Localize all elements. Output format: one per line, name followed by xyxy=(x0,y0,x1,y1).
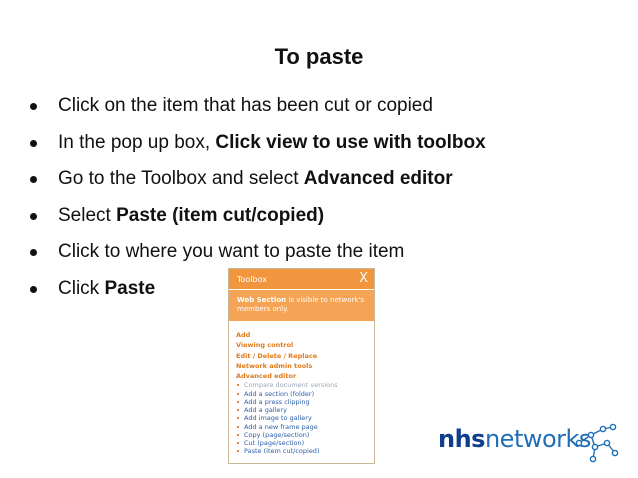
menu-item-add-section[interactable]: Add a section (folder) xyxy=(236,390,366,398)
list-item: Click to where you want to paste the ite… xyxy=(26,234,486,271)
bullet-icon xyxy=(30,176,37,184)
toolbox-header: Toolbox X xyxy=(229,269,374,289)
menu-link-add[interactable]: Add xyxy=(236,330,366,340)
square-bullet-icon xyxy=(237,384,239,387)
menu-link-advanced-editor[interactable]: Advanced editor xyxy=(236,371,366,381)
toolbox-title: Toolbox xyxy=(237,275,267,284)
bullet-icon xyxy=(30,285,37,293)
visibility-notice: Web Section is visible to network's memb… xyxy=(229,289,374,321)
bullet-icon xyxy=(30,139,37,147)
menu-item-add-image[interactable]: Add image to gallery xyxy=(236,414,366,422)
menu-item-copy[interactable]: Copy (page/section) xyxy=(236,431,366,439)
menu-link-network-admin-tools[interactable]: Network admin tools xyxy=(236,361,366,371)
list-item: Select Paste (item cut/copied) xyxy=(26,198,486,235)
menu-item-cut[interactable]: Cut (page/section) xyxy=(236,439,366,447)
toolbox-menu: Add Viewing control Edit / Delete / Repl… xyxy=(229,321,374,455)
menu-item-add-gallery[interactable]: Add a gallery xyxy=(236,406,366,414)
list-item: In the pop up box, Click view to use wit… xyxy=(26,125,486,162)
menu-item-add-press-clipping[interactable]: Add a press clipping xyxy=(236,398,366,406)
square-bullet-icon xyxy=(237,400,239,403)
square-bullet-icon xyxy=(237,433,239,436)
menu-item-compare-versions: Compare document versions xyxy=(236,381,366,389)
square-bullet-icon xyxy=(237,409,239,412)
slide-title: To paste xyxy=(274,44,364,69)
bullet-icon xyxy=(30,249,37,257)
menu-link-edit-delete-replace[interactable]: Edit / Delete / Replace xyxy=(236,351,366,361)
square-bullet-icon xyxy=(237,392,239,395)
bullet-icon xyxy=(30,103,37,110)
square-bullet-icon xyxy=(237,441,239,444)
list-item: Go to the Toolbox and select Advanced ed… xyxy=(26,161,486,198)
menu-item-paste[interactable]: Paste (item cut/copied) xyxy=(236,447,366,455)
square-bullet-icon xyxy=(237,450,239,453)
menu-link-viewing-control[interactable]: Viewing control xyxy=(236,340,366,350)
toolbox-panel: Toolbox X Web Section is visible to netw… xyxy=(228,268,375,464)
menu-item-add-frame-page[interactable]: Add a new frame page xyxy=(236,423,366,431)
nhs-networks-logo: nhsnetworks xyxy=(438,425,591,453)
list-item: Click on the item that has been cut or c… xyxy=(26,88,486,125)
close-icon[interactable]: X xyxy=(359,271,368,286)
bullet-icon xyxy=(30,212,37,220)
network-nodes-icon xyxy=(575,423,619,463)
square-bullet-icon xyxy=(237,425,239,428)
square-bullet-icon xyxy=(237,417,239,420)
